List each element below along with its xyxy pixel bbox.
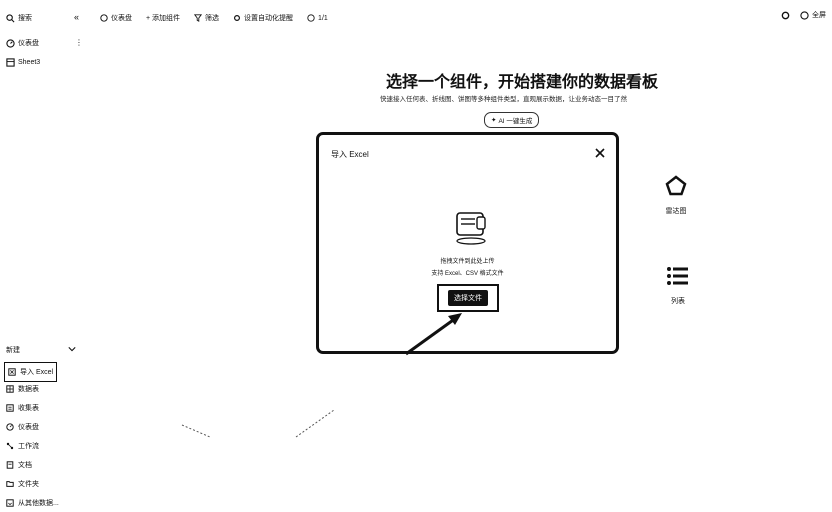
new-item-label: 仪表盘: [18, 424, 39, 431]
new-item-label: 数据表: [18, 386, 39, 393]
new-item-form[interactable]: 收集表: [6, 401, 39, 415]
new-item-doc[interactable]: 文档: [6, 458, 32, 472]
new-item-label: 收集表: [18, 405, 39, 412]
sidebar-item-dashboard[interactable]: 仪表盘: [6, 36, 39, 50]
filter-button[interactable]: 筛选: [194, 13, 219, 23]
dashboard-icon: [6, 38, 15, 48]
new-item-import-other[interactable]: 从其他数据...: [6, 496, 59, 510]
fullscreen-button[interactable]: 全屏: [800, 10, 826, 20]
page-indicator[interactable]: 1/1: [307, 14, 328, 22]
add-component-button[interactable]: + 添加组件: [146, 13, 180, 23]
toolbar-dashboard-label: 仪表盘: [111, 15, 132, 22]
page-subtitle: 快速接入任何表、折线图、饼图等多种组件类型，直观展示数据，让业务动态一目了然: [380, 96, 627, 103]
excel-icon: [8, 368, 16, 376]
new-item-label: 工作流: [18, 443, 39, 450]
upload-file-icon: [456, 212, 486, 245]
new-item-workflow[interactable]: 工作流: [6, 439, 39, 453]
import-icon: [6, 499, 14, 507]
filter-icon: [194, 14, 203, 22]
clock-icon: [307, 14, 315, 22]
sheet-icon: [6, 57, 15, 67]
automation-reminder-label: 设置自动化提醒: [244, 15, 294, 22]
new-item-label: 导入 Excel: [20, 369, 54, 376]
new-item-label: 从其他数据...: [18, 500, 59, 507]
more-options-icon[interactable]: ⋮: [75, 38, 83, 47]
page-title: 选择一个组件，开始搭建你的数据看板: [386, 74, 659, 91]
new-item-folder[interactable]: 文件夹: [6, 477, 39, 491]
pentagon-icon: [665, 175, 687, 196]
search-icon: [6, 13, 15, 22]
component-list[interactable]: 列表: [666, 264, 690, 306]
automation-reminder-button[interactable]: 设置自动化提醒: [233, 13, 293, 23]
gear-icon: [234, 15, 241, 21]
format-hint: 支持 Excel、CSV 格式文件: [431, 271, 504, 277]
fullscreen-label: 全屏: [812, 12, 826, 19]
component-label: 列表: [671, 298, 685, 305]
dashboard-icon: [100, 14, 108, 22]
form-icon: [6, 404, 14, 412]
page-indicator-label: 1/1: [318, 14, 328, 22]
sidebar: 搜索 « 仪表盘 ⋮ Sheet3 新建 导入 Excel 数据表 收集表 仪表…: [0, 0, 86, 512]
new-item-import-excel[interactable]: 导入 Excel: [4, 362, 58, 382]
new-section-title: 新建: [6, 347, 20, 354]
choose-file-highlight: 选择文件: [437, 284, 499, 312]
sidebar-item-label: Sheet3: [18, 58, 41, 66]
new-item-label: 文档: [18, 462, 32, 469]
ai-generate-button[interactable]: ✦ AI 一键生成: [484, 112, 540, 128]
toolbar-dashboard[interactable]: 仪表盘: [100, 13, 132, 23]
table-icon: [6, 385, 14, 393]
top-right-actions: 全屏: [781, 10, 826, 20]
new-item-dashboard[interactable]: 仪表盘: [6, 420, 39, 434]
fullscreen-icon: [800, 10, 809, 20]
workflow-icon: [6, 442, 14, 450]
chevron-down-icon: [68, 347, 76, 352]
close-icon[interactable]: [594, 147, 606, 159]
sidebar-item-sheet3[interactable]: Sheet3: [6, 55, 40, 69]
top-toolbar: 仪表盘 + 添加组件 筛选 设置自动化提醒 1/1: [100, 10, 328, 26]
new-item-label: 文件夹: [18, 481, 39, 488]
list-icon: [667, 267, 688, 285]
new-item-table[interactable]: 数据表: [6, 382, 39, 396]
component-label: 雷达图: [665, 208, 687, 215]
sidebar-item-label: 仪表盘: [18, 40, 39, 47]
sparkle-icon: ✦: [491, 117, 497, 124]
collapse-sidebar-icon[interactable]: «: [74, 12, 79, 22]
doc-icon: [6, 461, 14, 469]
dialog-title: 导入 Excel: [331, 150, 369, 159]
filter-label: 筛选: [205, 15, 220, 22]
dashboard-icon: [6, 423, 14, 431]
add-component-label: + 添加组件: [146, 15, 181, 22]
settings-icon[interactable]: [781, 11, 790, 20]
ai-generate-label: AI 一键生成: [498, 118, 533, 125]
choose-file-button[interactable]: 选择文件: [448, 290, 488, 306]
new-section-header[interactable]: 新建: [6, 345, 76, 355]
folder-icon: [6, 481, 14, 487]
component-radar[interactable]: 雷达图: [664, 174, 688, 216]
upload-hint: 拖拽文件到此处上传: [440, 259, 495, 265]
import-excel-dialog: 导入 Excel 拖拽文件到此处上传 支持 Excel、CSV 格式文件 选择文…: [316, 132, 619, 354]
search-label: 搜索: [18, 15, 32, 22]
